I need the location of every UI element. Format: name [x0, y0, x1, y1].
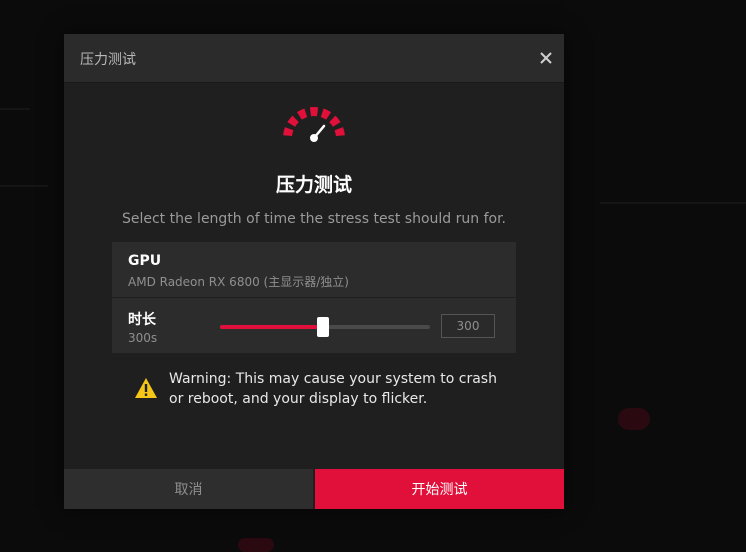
duration-slider-fill: [220, 325, 323, 329]
close-icon[interactable]: [534, 46, 558, 70]
dialog-description: Select the length of time the stress tes…: [121, 211, 506, 227]
gauge-segment: [283, 127, 294, 137]
gauge-segment: [296, 108, 308, 120]
dialog-title: 压力测试: [275, 174, 352, 196]
background-toggle: [238, 538, 274, 552]
dialog-footer: 取消 开始测试: [64, 469, 564, 509]
gauge-segment: [334, 127, 345, 137]
gauge-segment: [329, 115, 341, 127]
speed-gauge-icon: [283, 107, 345, 142]
gpu-name: AMD Radeon RX 6800 (主显示器/独立): [128, 275, 349, 289]
background-divider: [0, 108, 30, 110]
gauge-segment: [287, 115, 299, 127]
duration-slider-thumb[interactable]: [316, 317, 329, 337]
gauge-segment: [309, 107, 319, 117]
duration-card: 时长 300s: [112, 298, 516, 353]
background-divider: [600, 202, 746, 204]
duration-value: 300s: [128, 331, 158, 345]
background-divider: [0, 185, 48, 187]
warning-icon: [135, 378, 157, 398]
gpu-card: GPU AMD Radeon RX 6800 (主显示器/独立): [112, 242, 516, 297]
cancel-button[interactable]: 取消: [64, 469, 313, 509]
gauge-segment: [320, 108, 332, 120]
duration-label: 时长: [128, 312, 156, 328]
duration-slider[interactable]: [220, 317, 430, 337]
duration-input[interactable]: [441, 314, 495, 338]
warning-text: Warning: This may cause your system to c…: [169, 371, 497, 407]
dialog-header-title: 压力测试: [80, 52, 136, 68]
stress-test-dialog: 压力测试 压力测试 Select the length of time the …: [64, 34, 564, 509]
gpu-label: GPU: [128, 253, 162, 269]
dialog-header: 压力测试: [64, 34, 564, 83]
background-toggle: [618, 408, 650, 430]
start-test-button[interactable]: 开始测试: [315, 469, 564, 509]
